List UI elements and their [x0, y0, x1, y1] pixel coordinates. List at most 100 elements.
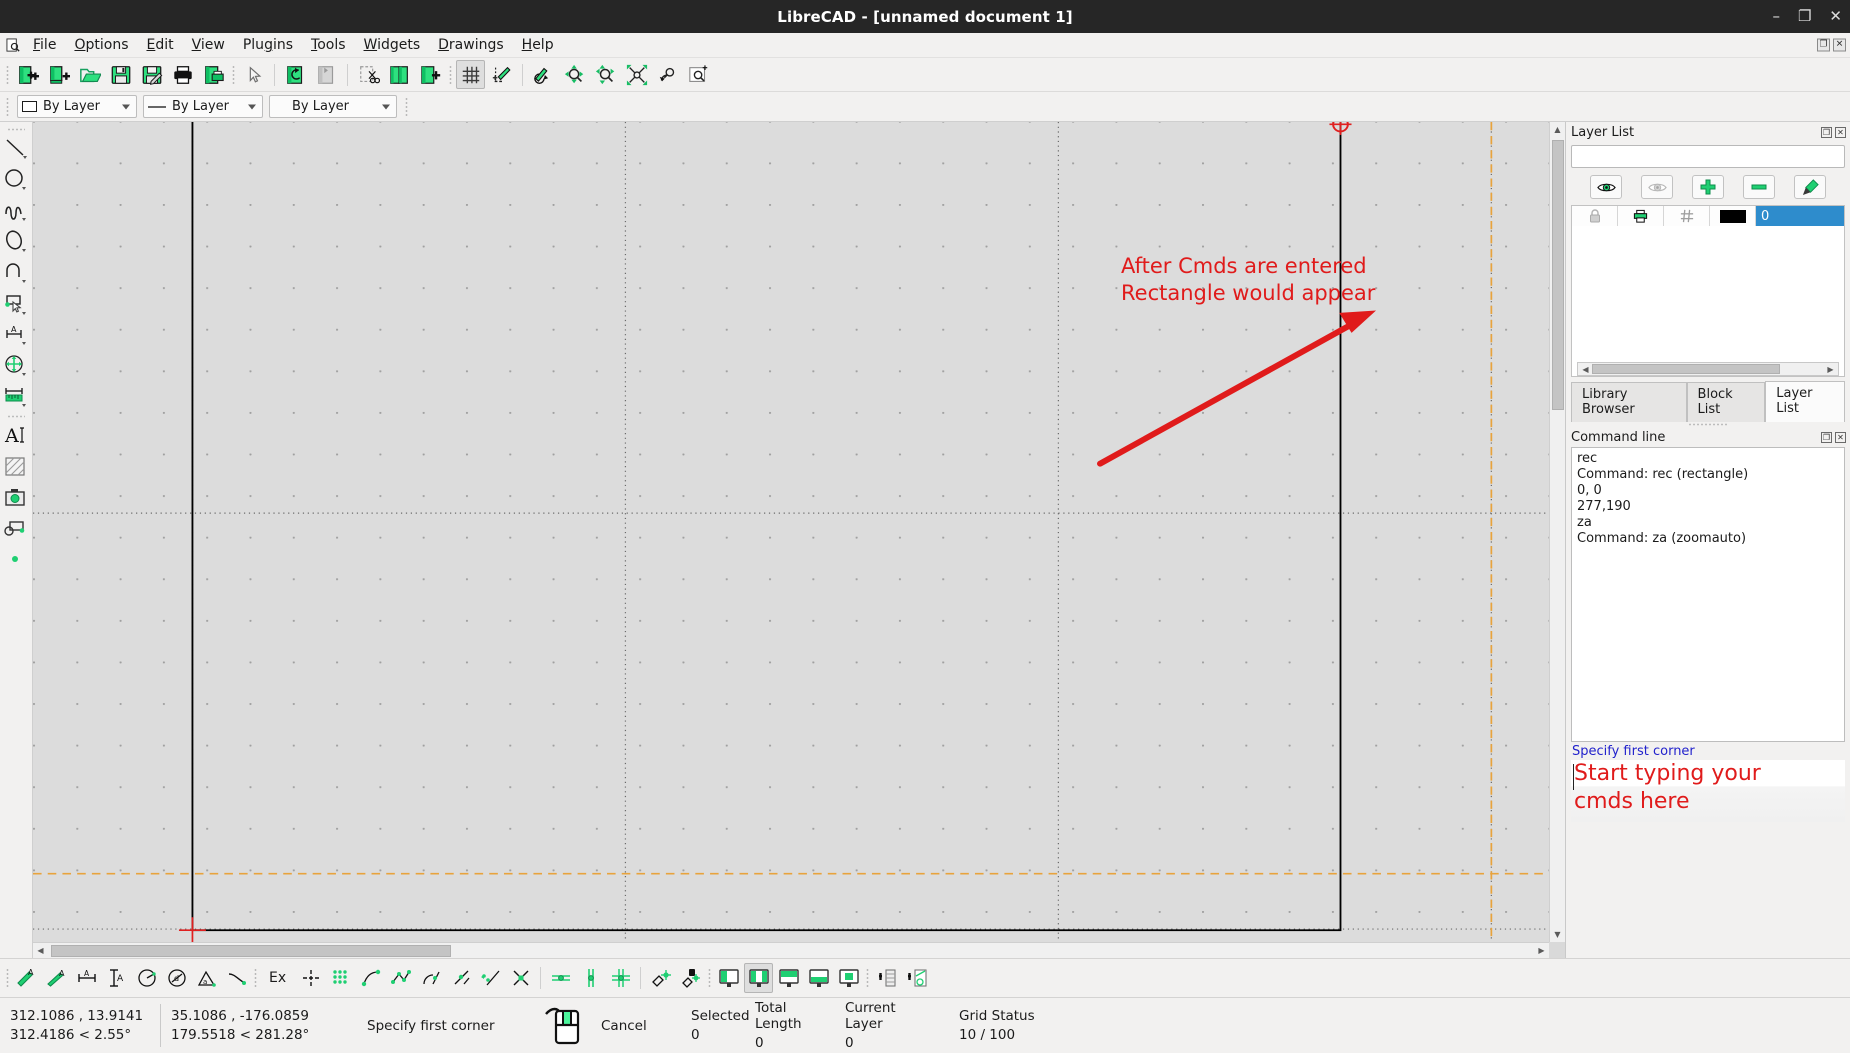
layer-scroll-thumb[interactable] [1592, 364, 1780, 374]
canvas-horizontal-scrollbar[interactable]: ◀ ▶ [33, 942, 1549, 958]
command-panel-close-button[interactable]: ✕ [1835, 431, 1846, 443]
modify-move-rotate-tool-icon[interactable] [1, 351, 31, 381]
command-input[interactable]: Start typing your cmds here [1571, 760, 1845, 822]
show-all-layers-button[interactable] [1590, 175, 1622, 199]
dimension-diameter-icon[interactable]: d [162, 963, 191, 993]
cursor-select-icon[interactable] [239, 60, 268, 89]
snap-middle-icon[interactable] [446, 963, 475, 993]
edit-layer-button[interactable] [1794, 175, 1826, 199]
dimension-linear-tool-icon[interactable]: A [1, 320, 31, 350]
menu-item-view[interactable]: View [183, 35, 234, 55]
circle-tool-icon[interactable] [1, 165, 31, 195]
scroll-right-arrow-icon[interactable]: ▶ [1534, 943, 1549, 958]
layer-name-cell[interactable]: 0 [1756, 206, 1844, 226]
dimension-horizontal-icon[interactable]: A [72, 963, 101, 993]
layer-table-horizontal-scrollbar[interactable]: ◀ ▶ [1577, 362, 1839, 376]
command-history-output[interactable]: rec Command: rec (rectangle) 0, 0 277,190 za… [1571, 447, 1845, 742]
paste-icon[interactable] [416, 60, 445, 89]
snap-endpoint-icon[interactable] [356, 963, 385, 993]
menu-item-tools[interactable]: Tools [302, 35, 355, 55]
toolbar-grip[interactable] [4, 63, 11, 87]
maximize-button[interactable]: ❐ [1798, 9, 1811, 24]
tab-library-browser[interactable]: Library Browser [1571, 382, 1687, 422]
copy-icon[interactable] [385, 60, 414, 89]
menu-item-drawings[interactable]: Drawings [429, 35, 513, 55]
menu-item-help[interactable]: Help [513, 35, 563, 55]
layer-color-cell[interactable] [1710, 206, 1756, 226]
snap-extend-button[interactable]: Ex [260, 963, 295, 993]
fullscreen-right-icon[interactable] [774, 963, 803, 993]
block-tool-icon[interactable] [1, 514, 31, 544]
save-icon[interactable] [106, 60, 135, 89]
attribute-toolbar-grip[interactable] [4, 95, 11, 119]
canvas-vertical-scrollbar[interactable]: ▲ ▼ [1549, 122, 1565, 942]
scroll-down-arrow-icon[interactable]: ▼ [1550, 927, 1565, 942]
drawing-canvas[interactable]: After Cmds are entered Rectangle would a… [33, 122, 1549, 942]
zoom-previous-icon[interactable] [653, 60, 682, 89]
layer-panel-close-button[interactable]: ✕ [1835, 126, 1846, 138]
grid-toggle-icon[interactable] [456, 60, 485, 89]
image-tool-icon[interactable] [1, 483, 31, 513]
layer-color-combo[interactable]: By Layer [17, 95, 137, 118]
snap-toolbar-grip-2[interactable] [252, 966, 259, 990]
dimension-vertical-icon[interactable]: A [102, 963, 131, 993]
minimize-button[interactable]: – [1772, 9, 1780, 24]
menu-item-file[interactable]: File [24, 35, 65, 55]
fullscreen-small-icon[interactable] [834, 963, 863, 993]
command-panel-float-button[interactable]: ❐ [1821, 431, 1832, 443]
layer-scroll-left-arrow-icon[interactable]: ◀ [1578, 362, 1593, 377]
dimension-leader-icon[interactable] [222, 963, 251, 993]
restrict-vertical-icon[interactable] [576, 963, 605, 993]
menu-item-edit[interactable]: Edit [137, 35, 182, 55]
snap-grid-icon[interactable] [326, 963, 355, 993]
hatch-tool-icon[interactable] [1, 452, 31, 482]
undo-icon[interactable] [281, 60, 310, 89]
snap-intersection-icon[interactable] [506, 963, 535, 993]
attribute-toolbar-grip-2[interactable] [403, 95, 410, 119]
point-tool-icon[interactable] [1, 545, 31, 575]
layer-scroll-right-arrow-icon[interactable]: ▶ [1823, 362, 1838, 377]
layer-panel-float-button[interactable]: ❐ [1821, 126, 1832, 138]
layer-lock-cell[interactable] [1572, 206, 1618, 226]
dimension-angular-icon[interactable] [132, 963, 161, 993]
table-row[interactable]: 0 [1572, 206, 1844, 226]
snap-on-entity-icon[interactable] [386, 963, 415, 993]
dimension-linear-icon[interactable]: A [42, 963, 71, 993]
measure-tool-icon[interactable] [1, 382, 31, 412]
horizontal-scroll-thumb[interactable] [51, 945, 451, 957]
open-folder-icon[interactable] [75, 60, 104, 89]
draw-order-icon[interactable] [487, 60, 516, 89]
close-button[interactable]: ✕ [1829, 9, 1842, 24]
menu-item-options[interactable]: Options [65, 35, 137, 55]
dimension-aligned-icon[interactable]: A [12, 963, 41, 993]
arc-tool-icon[interactable] [1, 258, 31, 288]
menubar-close-button[interactable]: ✕ [1833, 38, 1846, 52]
restrict-orthogonal-icon[interactable] [606, 963, 635, 993]
redo-icon[interactable] [312, 60, 341, 89]
fullscreen-left-icon[interactable] [714, 963, 743, 993]
add-layer-button[interactable] [1692, 175, 1724, 199]
save-as-icon[interactable] [137, 60, 166, 89]
snap-distance-icon[interactable] [476, 963, 505, 993]
line-tool-icon[interactable] [1, 134, 31, 164]
zoom-in-icon[interactable] [684, 60, 713, 89]
snap-toolbar-grip[interactable] [4, 966, 11, 990]
zoom-auto-icon[interactable] [622, 60, 651, 89]
layer-print-cell[interactable] [1618, 206, 1664, 226]
zoom-pan-icon[interactable] [560, 60, 589, 89]
ellipse-tool-icon[interactable] [1, 227, 31, 257]
new-from-template-icon[interactable] [44, 60, 73, 89]
layer-construction-cell[interactable] [1664, 206, 1710, 226]
tab-layer-list[interactable]: Layer List [1765, 381, 1845, 422]
snap-free-crosshair-icon[interactable] [296, 963, 325, 993]
line-type-combo[interactable]: By Layer [269, 95, 397, 118]
snap-toolbar-grip-3[interactable] [706, 966, 713, 990]
document-search-icon[interactable] [2, 34, 24, 56]
print-icon[interactable] [168, 60, 197, 89]
menubar-restore-button[interactable]: ❐ [1817, 38, 1830, 52]
toolbar-grip-2[interactable] [230, 63, 237, 87]
hide-all-layers-button[interactable] [1641, 175, 1673, 199]
new-file-icon[interactable] [13, 60, 42, 89]
tab-block-list[interactable]: Block List [1686, 382, 1766, 422]
snap-center-icon[interactable] [416, 963, 445, 993]
